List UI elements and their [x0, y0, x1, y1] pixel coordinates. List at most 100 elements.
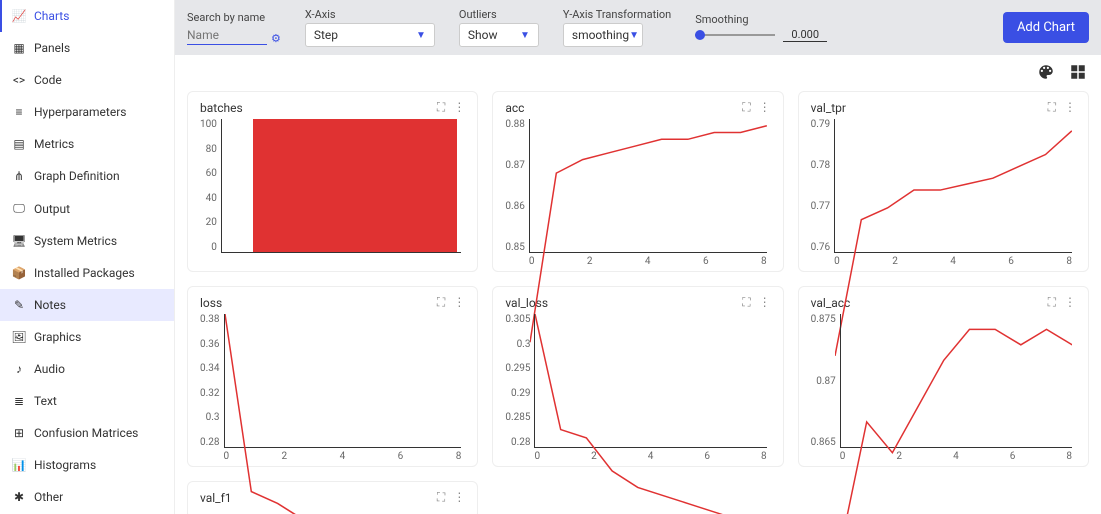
- ytick: 0.34: [200, 363, 220, 374]
- add-chart-button[interactable]: Add Chart: [1003, 12, 1089, 43]
- bar: [253, 119, 457, 252]
- sidebar-item-confusion-matrices[interactable]: ⊞Confusion Matrices: [0, 417, 174, 449]
- ytick: 0.79: [811, 119, 831, 130]
- ytick: 0.295: [505, 363, 530, 374]
- sidebar-item-code[interactable]: <>Code: [0, 64, 174, 96]
- xtick: 4: [953, 451, 959, 462]
- chart-card-batches: batches⛶⋮100806040200: [187, 91, 478, 272]
- chart-card-loss: loss⛶⋮0.380.360.340.320.30.2802468: [187, 286, 478, 467]
- sidebar-item-label: Output: [34, 202, 70, 216]
- xtick: 8: [1066, 256, 1072, 267]
- xtick: 0: [834, 256, 840, 267]
- ytick: 0: [211, 242, 217, 253]
- expand-icon[interactable]: ⛶: [742, 100, 750, 115]
- xtick: 0: [534, 451, 540, 462]
- outliers-label: Outliers: [459, 8, 539, 21]
- chart-title: batches: [200, 101, 243, 115]
- sidebar-item-panels[interactable]: ▦Panels: [0, 32, 174, 64]
- sidebar-item-label: Notes: [34, 298, 66, 312]
- chart-title: val_tpr: [811, 101, 846, 115]
- graph-definition-icon: ⋔: [12, 169, 26, 183]
- ytick: 0.77: [811, 201, 831, 212]
- ytick: 0.88: [505, 119, 525, 130]
- sidebar-item-histograms[interactable]: 📊Histograms: [0, 449, 174, 481]
- more-icon[interactable]: ⋮: [1064, 100, 1076, 115]
- sidebar-item-graphics[interactable]: 🖼Graphics: [0, 321, 174, 353]
- sidebar-item-label: Audio: [34, 362, 65, 376]
- chart-card-val_tpr: val_tpr⛶⋮0.790.780.770.7602468: [798, 91, 1089, 272]
- chart-card-val_acc: val_acc⛶⋮0.8750.870.86502468: [798, 286, 1089, 467]
- xtick: 6: [1010, 451, 1016, 462]
- xaxis-value: Step: [314, 28, 338, 42]
- xtick: 8: [456, 451, 462, 462]
- search-label: Search by name: [187, 11, 281, 24]
- text-icon: ≣: [12, 394, 26, 408]
- ytick: 0.36: [200, 339, 220, 350]
- xtick: 6: [1008, 256, 1014, 267]
- gear-icon[interactable]: ⚙: [271, 32, 281, 45]
- line-plot: [535, 314, 766, 514]
- sidebar-item-installed-packages[interactable]: 📦Installed Packages: [0, 257, 174, 289]
- ytrans-value: smoothing: [572, 28, 629, 42]
- charts-grid: batches⛶⋮100806040200acc⛶⋮0.880.870.860.…: [175, 81, 1101, 514]
- expand-icon[interactable]: ⛶: [1048, 100, 1056, 115]
- expand-icon[interactable]: ⛶: [437, 295, 445, 310]
- sidebar-item-other[interactable]: ✱Other: [0, 481, 174, 513]
- xtick: 0: [840, 451, 846, 462]
- ytrans-select[interactable]: smoothing ▼: [563, 23, 643, 47]
- xtick: 2: [282, 451, 288, 462]
- sidebar-item-hyperparameters[interactable]: ≡Hyperparameters: [0, 96, 174, 128]
- grid-layout-icon[interactable]: [1069, 63, 1087, 81]
- expand-icon[interactable]: ⛶: [437, 100, 445, 115]
- smoothing-slider[interactable]: [695, 30, 775, 40]
- xtick: 4: [645, 256, 651, 267]
- xtick: 6: [704, 451, 710, 462]
- sidebar-item-label: Code: [34, 73, 62, 87]
- audio-icon: ♪: [12, 362, 26, 376]
- sidebar-item-system-metrics[interactable]: 🖥System Metrics: [0, 225, 174, 257]
- confusion-matrices-icon: ⊞: [12, 426, 26, 440]
- xtick: 8: [1066, 451, 1072, 462]
- chart-card-val_loss: val_loss⛶⋮0.3050.30.2950.290.2850.280246…: [492, 286, 783, 467]
- more-icon[interactable]: ⋮: [453, 100, 465, 115]
- histograms-icon: 📊: [12, 458, 26, 472]
- sidebar-item-audio[interactable]: ♪ Audio: [0, 353, 174, 385]
- sidebar-item-text[interactable]: ≣Text: [0, 385, 174, 417]
- chevron-down-icon: ▼: [520, 30, 530, 41]
- xtick: 4: [648, 451, 654, 462]
- xaxis-label: X-Axis: [305, 8, 435, 21]
- ytick: 100: [200, 119, 217, 130]
- charts-icon: 📈: [12, 9, 26, 23]
- ytick: 80: [206, 144, 217, 155]
- sidebar-item-notes[interactable]: ✎Notes: [0, 289, 174, 321]
- ytick: 20: [206, 217, 217, 228]
- ytick: 0.305: [505, 314, 530, 325]
- search-input[interactable]: [187, 26, 267, 45]
- palette-icon[interactable]: [1037, 63, 1055, 81]
- ytick: 0.285: [505, 412, 530, 423]
- sidebar-item-metrics[interactable]: ▤Metrics: [0, 128, 174, 160]
- sidebar-item-charts[interactable]: 📈Charts: [0, 0, 174, 32]
- more-icon[interactable]: ⋮: [759, 100, 771, 115]
- chart-card-acc: acc⛶⋮0.880.870.860.8502468: [492, 91, 783, 272]
- outliers-value: Show: [468, 28, 498, 42]
- sidebar: 📈Charts▦Panels<>Code≡Hyperparameters▤Met…: [0, 0, 175, 514]
- ytick: 0.28: [511, 437, 531, 448]
- ytick: 0.78: [811, 160, 831, 171]
- ytick: 0.38: [200, 314, 220, 325]
- more-icon[interactable]: ⋮: [453, 295, 465, 310]
- outliers-select[interactable]: Show ▼: [459, 23, 539, 47]
- sidebar-item-output[interactable]: 🖵Output: [0, 192, 174, 225]
- ytick: 0.28: [200, 437, 220, 448]
- ytick: 0.86: [505, 201, 525, 212]
- xaxis-select[interactable]: Step ▼: [305, 23, 435, 47]
- sidebar-item-label: Installed Packages: [34, 266, 135, 280]
- sidebar-item-graph-definition[interactable]: ⋔Graph Definition: [0, 160, 174, 192]
- sidebar-item-label: System Metrics: [34, 234, 117, 248]
- xaxis-group: X-Axis Step ▼: [305, 8, 435, 47]
- sidebar-item-label: Other: [34, 490, 63, 504]
- hyperparameters-icon: ≡: [12, 105, 26, 119]
- ytick: 0.29: [511, 388, 531, 399]
- xtick: 2: [896, 451, 902, 462]
- ytick: 0.87: [816, 376, 836, 387]
